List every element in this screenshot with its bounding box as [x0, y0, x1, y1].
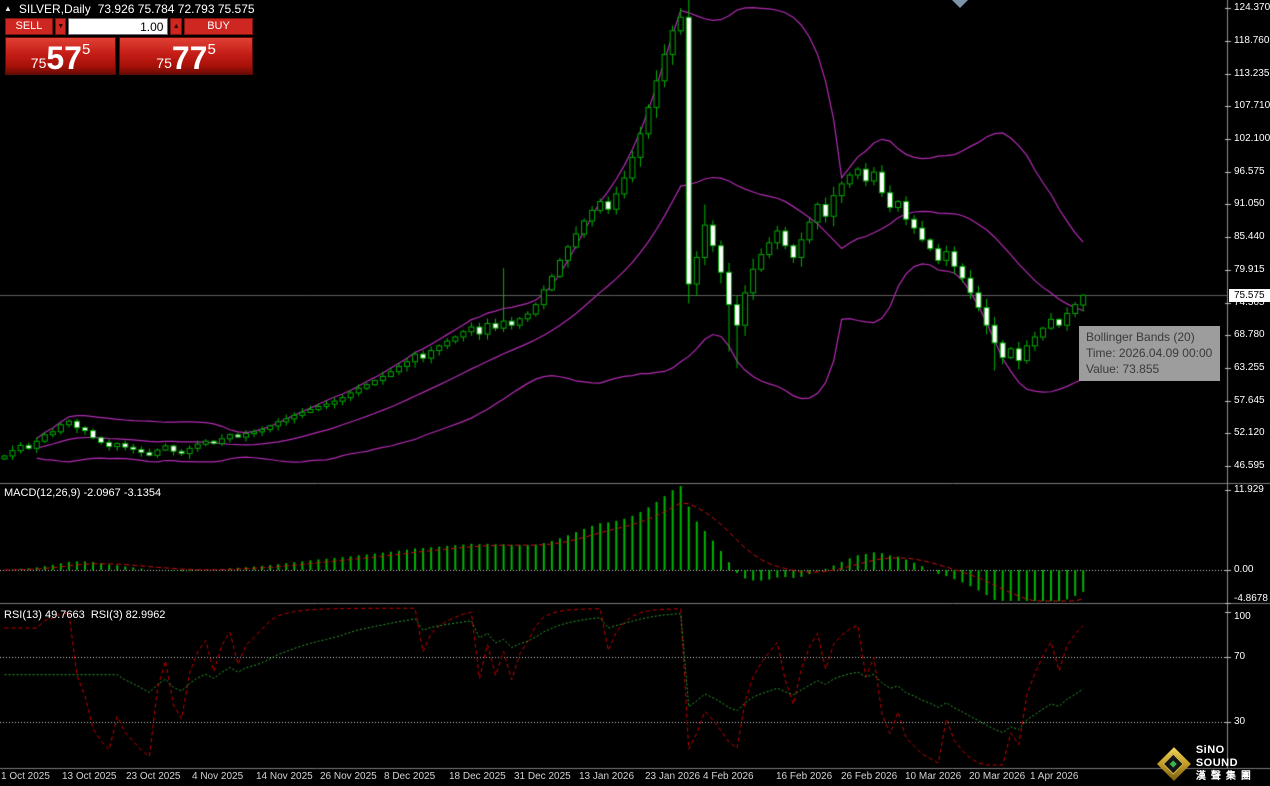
- sell-price-prefix: 75: [31, 56, 47, 70]
- date-axis-label: 16 Feb 2026: [776, 771, 832, 782]
- macd-axis-label: -4.8678: [1234, 593, 1268, 605]
- buy-price-main: 77: [172, 43, 208, 73]
- price-axis-label: 107.710: [1234, 100, 1270, 112]
- buy-button[interactable]: BUY: [184, 18, 253, 35]
- price-axis-label: 96.575: [1234, 166, 1265, 178]
- price-axis-label: 63.255: [1234, 362, 1265, 374]
- date-axis-label: 13 Jan 2026: [579, 771, 634, 782]
- volume-increase-button[interactable]: ▲: [170, 18, 182, 35]
- price-axis-label: 91.050: [1234, 198, 1265, 210]
- logo-chinese-name: 漢聲集團: [1196, 770, 1270, 783]
- date-axis-label: 4 Nov 2025: [192, 771, 243, 782]
- price-axis-label: 57.645: [1234, 395, 1265, 407]
- price-axis-label: 68.780: [1234, 329, 1265, 341]
- volume-input[interactable]: [68, 18, 168, 35]
- rsi-axis-label: 30: [1234, 716, 1245, 728]
- buy-price-pip: 5: [207, 42, 215, 57]
- macd-axis-label: 0.00: [1234, 564, 1253, 576]
- symbol-ohlc-values: 73.926 75.784 72.793 75.575: [98, 2, 255, 16]
- price-axis-label: 118.760: [1234, 35, 1269, 47]
- chart-canvas[interactable]: [0, 0, 1270, 786]
- price-axis-label: 79.915: [1234, 264, 1265, 276]
- buy-price-prefix: 75: [156, 56, 172, 70]
- tooltip-title: Bollinger Bands (20): [1086, 329, 1212, 345]
- collapse-triangle-icon[interactable]: ▲: [4, 3, 12, 15]
- macd-indicator-label: MACD(12,26,9) -2.0967 -3.1354: [4, 487, 161, 499]
- one-click-trading-panel: SELL ▼ ▲ BUY 75575 75775: [5, 18, 253, 75]
- price-axis-label: 113.235: [1234, 68, 1269, 80]
- trade-controls-row: SELL ▼ ▲ BUY: [5, 18, 253, 35]
- date-axis-label: 13 Oct 2025: [62, 771, 116, 782]
- date-axis-label: 1 Oct 2025: [1, 771, 50, 782]
- date-axis-label: 14 Nov 2025: [256, 771, 313, 782]
- price-axis-label: 85.440: [1234, 231, 1265, 243]
- date-axis-label: 23 Oct 2025: [126, 771, 180, 782]
- date-axis-label: 20 Mar 2026: [969, 771, 1025, 782]
- date-axis-label: 10 Mar 2026: [905, 771, 961, 782]
- sino-sound-logo: SiNO SOUND 漢聲集團: [1156, 744, 1270, 783]
- current-price-badge: 75.575: [1229, 289, 1270, 302]
- logo-name: SiNO SOUND: [1196, 744, 1270, 770]
- symbol-name: SILVER,Daily: [19, 2, 91, 16]
- date-axis-label: 1 Apr 2026: [1030, 771, 1078, 782]
- sell-price-tile[interactable]: 75575: [5, 37, 116, 75]
- date-axis-label: 26 Nov 2025: [320, 771, 377, 782]
- symbol-header: ▲ SILVER,Daily 73.926 75.784 72.793 75.5…: [4, 2, 255, 16]
- price-axis-label: 52.120: [1234, 427, 1265, 439]
- tooltip-time: Time: 2026.04.09 00:00: [1086, 345, 1212, 361]
- rsi-axis-label: 100: [1234, 611, 1251, 623]
- chevron-down-icon[interactable]: [952, 0, 968, 8]
- buy-price-tile[interactable]: 75775: [119, 37, 253, 75]
- sell-price-main: 57: [46, 43, 82, 73]
- price-tiles: 75575 75775: [5, 37, 253, 75]
- rsi-axis-label: 70: [1234, 651, 1245, 663]
- indicator-tooltip: Bollinger Bands (20) Time: 2026.04.09 00…: [1079, 326, 1220, 381]
- date-axis-label: 8 Dec 2025: [384, 771, 435, 782]
- price-axis-label: 102.100: [1234, 133, 1270, 145]
- macd-axis-label: 11.929: [1234, 484, 1264, 496]
- date-axis-label: 4 Feb 2026: [703, 771, 754, 782]
- price-axis-label: 46.595: [1234, 460, 1265, 472]
- volume-decrease-button[interactable]: ▼: [55, 18, 67, 35]
- date-axis-label: 26 Feb 2026: [841, 771, 897, 782]
- date-axis-label: 18 Dec 2025: [449, 771, 506, 782]
- sell-button[interactable]: SELL: [5, 18, 53, 35]
- tooltip-value: Value: 73.855: [1086, 361, 1212, 377]
- logo-diamond-icon: [1157, 747, 1191, 781]
- rsi-indicator-label: RSI(13) 49.7663 RSI(3) 82.9962: [4, 609, 165, 621]
- date-axis-label: 31 Dec 2025: [514, 771, 571, 782]
- price-axis-label: 124.370: [1234, 2, 1270, 14]
- date-axis-label: 23 Jan 2026: [645, 771, 700, 782]
- sell-price-pip: 5: [82, 42, 90, 57]
